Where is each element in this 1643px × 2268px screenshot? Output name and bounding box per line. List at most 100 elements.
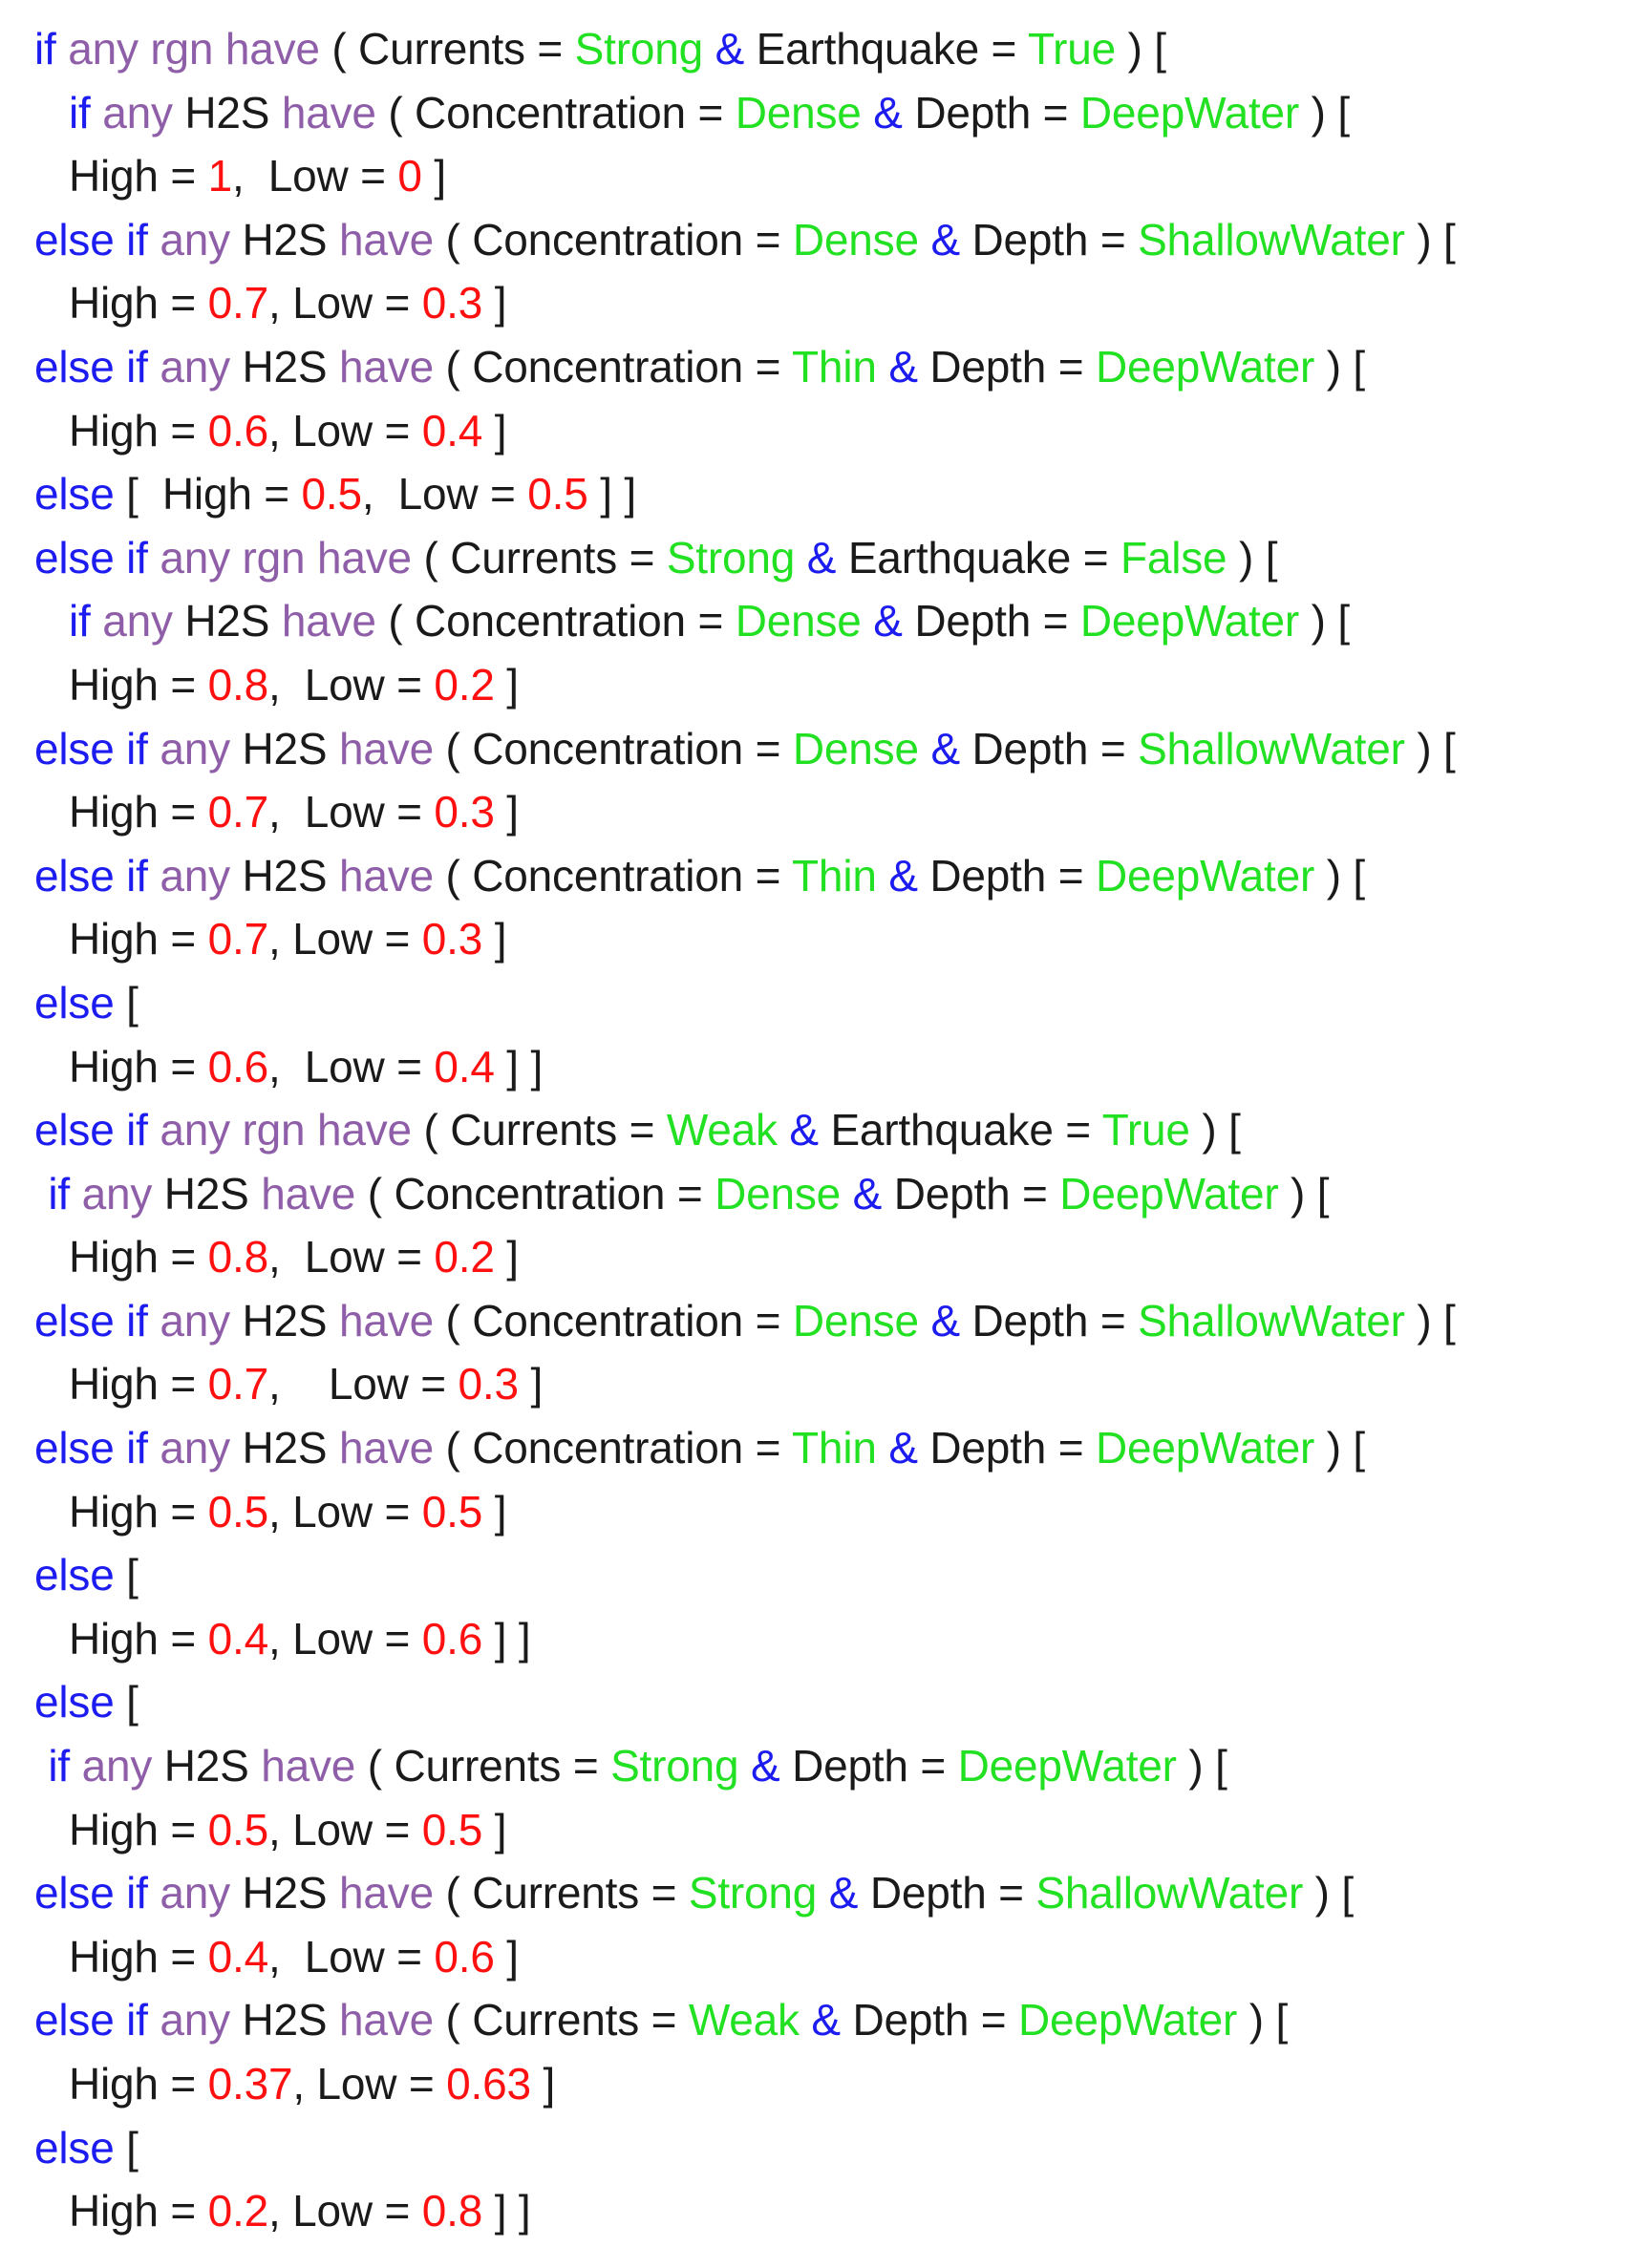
identifier-token: ) [ — [1299, 87, 1350, 138]
identifier-token: High = — [69, 151, 208, 201]
code-line[interactable]: else if any H2S have ( Concentration = T… — [0, 1416, 1643, 1480]
identifier-token: Depth = — [917, 341, 1096, 392]
keyword-token: else if — [34, 1995, 148, 2045]
identifier-token: ( Concentration = — [433, 1423, 793, 1473]
code-line[interactable]: else if any H2S have ( Currents = Weak &… — [0, 1988, 1643, 2052]
code-line[interactable]: else if any H2S have ( Currents = Strong… — [0, 1861, 1643, 1925]
value-token: Dense — [792, 1295, 919, 1346]
code-line[interactable]: High = 0.6, Low = 0.4 ] — [0, 399, 1643, 463]
number-token: 0.5 — [207, 1486, 269, 1537]
code-line[interactable]: else if any H2S have ( Concentration = D… — [0, 208, 1643, 272]
value-token: Weak — [688, 1995, 800, 2045]
code-line[interactable]: High = 0.8, Low = 0.2 ] — [0, 653, 1643, 717]
code-line[interactable]: else [ — [0, 2116, 1643, 2180]
code-line[interactable]: if any H2S have ( Concentration = Dense … — [0, 1162, 1643, 1226]
value-token: Strong — [574, 24, 704, 74]
code-line[interactable]: if any H2S have ( Concentration = Dense … — [0, 81, 1643, 145]
code-line[interactable]: else [ High = 0.5, Low = 0.5 ] ] — [0, 462, 1643, 526]
code-line[interactable]: else if any rgn have ( Currents = Weak &… — [0, 1098, 1643, 1162]
code-line[interactable]: High = 0.2, Low = 0.8 ] ] — [0, 2179, 1643, 2243]
quantifier-token: any rgn have — [160, 532, 412, 583]
code-line[interactable]: else [ — [0, 1543, 1643, 1607]
identifier-token: , Low = — [361, 469, 528, 519]
keyword-token: else if — [34, 341, 148, 392]
identifier-token: High = — [69, 659, 208, 710]
code-editor[interactable]: if any rgn have ( Currents = Strong & Ea… — [0, 0, 1643, 2268]
quantifier-token: have — [339, 214, 434, 265]
quantifier-token: have — [339, 723, 434, 774]
identifier-token: , Low = — [268, 659, 435, 710]
quantifier-token: have — [339, 1295, 434, 1346]
code-line[interactable]: High = 0.7, Low = 0.3 ] — [0, 1352, 1643, 1416]
identifier-token: ( Concentration = — [433, 341, 793, 392]
identifier-token: ] — [530, 2059, 556, 2109]
keyword-token: else if — [34, 1295, 148, 1346]
identifier-token: ( Concentration = — [433, 723, 793, 774]
identifier-token: Depth = — [779, 1741, 958, 1791]
number-token: 0.4 — [207, 1931, 269, 1982]
operator-token: & — [811, 1995, 841, 2045]
identifier-token: Depth = — [840, 1995, 1019, 2045]
code-line[interactable]: High = 0.4, Low = 0.6 ] ] — [0, 1607, 1643, 1671]
number-token: 0.5 — [421, 1804, 483, 1855]
code-line[interactable]: else if any H2S have ( Concentration = D… — [0, 717, 1643, 781]
identifier-token: , Low = — [268, 1931, 435, 1982]
identifier-token: ] — [494, 787, 519, 837]
code-line[interactable]: High = 0.6, Low = 0.4 ] ] — [0, 1035, 1643, 1099]
code-line[interactable]: else if any H2S have ( Concentration = T… — [0, 335, 1643, 399]
identifier-token: ( Currents = — [411, 1105, 667, 1155]
identifier-token: H2S — [172, 596, 282, 646]
code-line[interactable]: else [ — [0, 1670, 1643, 1734]
quantifier-token: have — [339, 1995, 434, 2045]
code-line[interactable]: else [ — [0, 971, 1643, 1035]
code-line[interactable]: else if any H2S have ( Concentration = T… — [0, 844, 1643, 908]
code-line[interactable]: High = 0.4, Low = 0.6 ] — [0, 1925, 1643, 1989]
value-token: ShallowWater — [1138, 214, 1405, 265]
number-token: 0.6 — [207, 1041, 269, 1092]
code-line[interactable]: High = 0.7, Low = 0.3 ] — [0, 780, 1643, 844]
code-line[interactable]: High = 0.8, Low = 0.2 ] — [0, 1225, 1643, 1289]
identifier-token: High = — [69, 914, 208, 964]
value-token: DeepWater — [1059, 1168, 1279, 1219]
quantifier-token: any — [81, 1741, 153, 1791]
identifier-token: ] ] — [482, 1613, 531, 1664]
identifier-token: ) [ — [1404, 214, 1456, 265]
number-token: 0.63 — [446, 2059, 531, 2109]
quantifier-token: have — [339, 1423, 434, 1473]
code-line[interactable]: High = 0.7, Low = 0.3 ] — [0, 271, 1643, 335]
code-line[interactable]: else if any H2S have ( Concentration = D… — [0, 1289, 1643, 1353]
identifier-token: Earthquake = — [744, 24, 1028, 74]
code-line[interactable]: High = 1, Low = 0 ] — [0, 144, 1643, 208]
number-token: 0.4 — [421, 405, 483, 456]
code-line[interactable]: else if any rgn have ( Currents = Strong… — [0, 526, 1643, 590]
identifier-token: H2S — [172, 87, 282, 138]
operator-token: & — [930, 723, 960, 774]
code-line[interactable]: High = 0.37, Low = 0.63 ] — [0, 2052, 1643, 2116]
keyword-token: else if — [34, 1105, 148, 1155]
code-line[interactable]: if any rgn have ( Currents = Strong & Ea… — [0, 17, 1643, 81]
code-line[interactable]: High = 0.5, Low = 0.5 ] — [0, 1480, 1643, 1544]
code-line[interactable]: High = 0.5, Low = 0.5 ] — [0, 1798, 1643, 1862]
code-line[interactable]: if any H2S have ( Concentration = Dense … — [0, 589, 1643, 653]
value-token: DeepWater — [1079, 87, 1300, 138]
identifier-token: Earthquake = — [836, 532, 1120, 583]
quantifier-token: have — [281, 596, 376, 646]
identifier-token: [ — [114, 1677, 139, 1727]
identifier-token: ] — [494, 1232, 519, 1282]
code-line[interactable]: if any H2S have ( Currents = Strong & De… — [0, 1734, 1643, 1798]
code-line[interactable]: High = 0.7, Low = 0.3 ] — [0, 907, 1643, 971]
identifier-token: H2S — [152, 1741, 262, 1791]
value-token: ShallowWater — [1035, 1868, 1304, 1918]
identifier-token: High = — [69, 2186, 208, 2236]
value-token: DeepWater — [1095, 850, 1315, 901]
identifier-token: High = — [69, 2059, 208, 2109]
